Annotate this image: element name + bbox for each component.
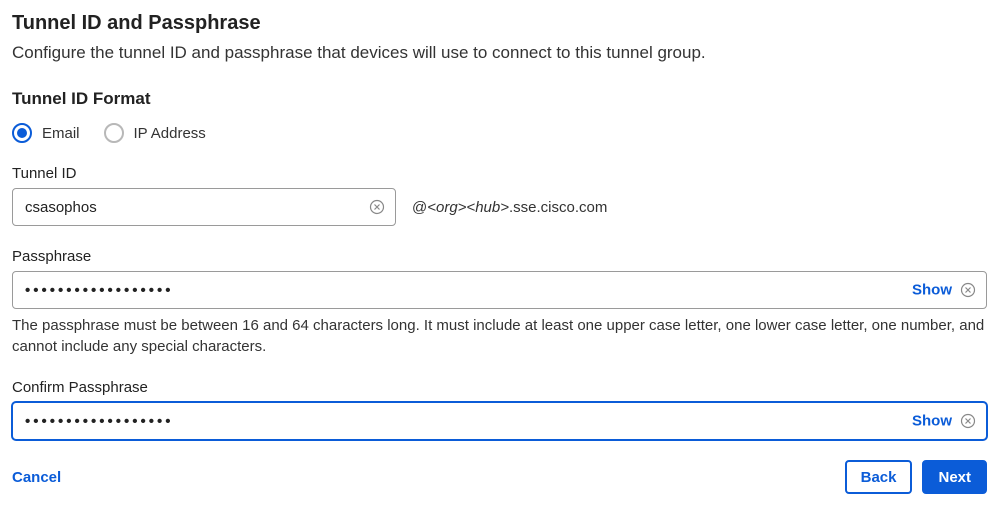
tunnel-id-format-group: Email IP Address [12, 123, 987, 143]
confirm-passphrase-input[interactable] [13, 403, 986, 439]
footer: Cancel Back Next [12, 460, 987, 494]
next-button[interactable]: Next [922, 460, 987, 494]
page-description: Configure the tunnel ID and passphrase t… [12, 43, 987, 63]
show-confirm-passphrase-button[interactable]: Show [912, 413, 952, 430]
clear-icon[interactable] [960, 413, 976, 429]
radio-email-label: Email [42, 125, 80, 142]
passphrase-input-wrap: Show [12, 271, 987, 309]
radio-email[interactable]: Email [12, 123, 80, 143]
clear-icon[interactable] [960, 282, 976, 298]
confirm-passphrase-label: Confirm Passphrase [12, 379, 987, 396]
tunnel-id-input[interactable] [13, 189, 395, 225]
tunnel-id-suffix: @<org><hub>.sse.cisco.com [412, 199, 607, 216]
radio-ip-label: IP Address [134, 125, 206, 142]
tunnel-id-label: Tunnel ID [12, 165, 987, 182]
radio-circle-icon [104, 123, 124, 143]
radio-ip-address[interactable]: IP Address [104, 123, 206, 143]
back-button[interactable]: Back [845, 460, 913, 494]
clear-icon[interactable] [369, 199, 385, 215]
cancel-button[interactable]: Cancel [12, 469, 61, 486]
radio-circle-icon [12, 123, 32, 143]
show-passphrase-button[interactable]: Show [912, 282, 952, 299]
tunnel-id-input-wrap [12, 188, 396, 226]
confirm-passphrase-input-wrap: Show [12, 402, 987, 440]
page-title: Tunnel ID and Passphrase [12, 12, 987, 35]
passphrase-input[interactable] [13, 272, 986, 308]
tunnel-id-format-heading: Tunnel ID Format [12, 89, 987, 109]
passphrase-helper: The passphrase must be between 16 and 64… [12, 315, 987, 357]
passphrase-label: Passphrase [12, 248, 987, 265]
